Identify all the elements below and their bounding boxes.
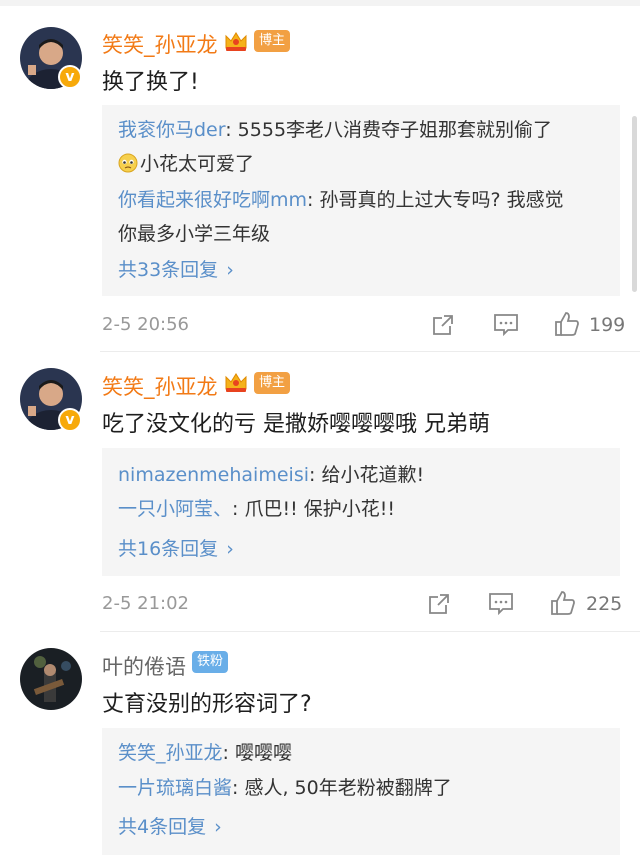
reply-author[interactable]: 我衮你马der	[118, 119, 225, 141]
reply-text-continued: 你最多小学三年级	[118, 223, 271, 245]
crown-icon	[225, 32, 247, 51]
comment-text: 换了换了!	[102, 70, 199, 95]
reply-text-continued: 小花太可爱了	[140, 153, 255, 175]
reply-author[interactable]: 一片琉璃白酱	[118, 777, 232, 799]
comment-item: v 笑笑_孙亚龙 博主 换了换了! 我衮你马der: 5555李老八消费夺子姐那…	[0, 0, 640, 352]
crown-icon	[225, 373, 247, 392]
reply-text: : 5555李老八消费夺子姐那套就别偷了	[225, 119, 553, 141]
comment-icon[interactable]	[487, 591, 515, 617]
reply-line: nimazenmehaimeisi: 给小花道歉!	[118, 458, 608, 492]
blogger-badge: 博主	[254, 30, 291, 52]
v-badge-icon: v	[58, 408, 82, 432]
blogger-badge: 博主	[254, 372, 291, 394]
more-label: 共16条回复	[118, 538, 219, 560]
username[interactable]: 笑笑_孙亚龙	[102, 29, 218, 59]
reply-text: : 嘤嘤嘤	[222, 742, 292, 764]
reply-text: : 爪巴!! 保护小花!!	[232, 498, 395, 520]
reply-line: 小花太可爱了	[118, 147, 608, 181]
v-badge-icon: v	[58, 65, 82, 89]
comment-text: 丈育没别的形容词了?	[102, 692, 312, 717]
comment-time: 2-5 21:02	[102, 593, 189, 614]
reply-text: : 给小花道歉!	[309, 464, 425, 486]
view-more-replies[interactable]: 共33条回复 ›	[118, 255, 234, 282]
thumbs-up-icon[interactable]	[553, 310, 581, 338]
pleading-face-icon	[118, 153, 138, 173]
reply-line: 一只小阿莹、: 爪巴!! 保护小花!!	[118, 492, 608, 526]
thumbs-up-icon[interactable]	[549, 589, 577, 617]
divider	[100, 631, 640, 632]
share-icon[interactable]	[426, 591, 452, 617]
fan-badge: 铁粉	[192, 651, 229, 673]
reply-line: 我衮你马der: 5555李老八消费夺子姐那套就别偷了	[118, 113, 608, 147]
comment-text: 吃了没文化的亏 是撒娇嘤嘤嘤哦 兄弟萌	[102, 412, 490, 437]
reply-author[interactable]: nimazenmehaimeisi	[118, 464, 309, 486]
reply-author[interactable]: 你看起来很好吃啊mm	[118, 189, 307, 211]
reply-author[interactable]: 一只小阿莹、	[118, 498, 232, 520]
reply-line: 你看起来很好吃啊mm: 孙哥真的上过大专吗? 我感觉	[118, 183, 608, 217]
more-label: 共4条回复	[118, 816, 207, 838]
reply-text: : 感人, 50年老粉被翻牌了	[232, 777, 452, 799]
chevron-right-icon: ›	[226, 538, 234, 560]
view-more-replies[interactable]: 共16条回复 ›	[118, 534, 234, 561]
chevron-right-icon: ›	[214, 816, 222, 838]
reply-author[interactable]: 笑笑_孙亚龙	[118, 742, 223, 764]
username[interactable]: 叶的倦语	[102, 651, 186, 681]
more-label: 共33条回复	[118, 259, 219, 281]
username[interactable]: 笑笑_孙亚龙	[102, 371, 218, 401]
reply-box[interactable]: nimazenmehaimeisi: 给小花道歉! 一只小阿莹、: 爪巴!! 保…	[102, 448, 620, 576]
reply-text: : 孙哥真的上过大专吗? 我感觉	[307, 189, 564, 211]
view-more-replies[interactable]: 共4条回复 ›	[118, 812, 222, 839]
share-icon[interactable]	[430, 312, 456, 338]
reply-box[interactable]: 笑笑_孙亚龙: 嘤嘤嘤 一片琉璃白酱: 感人, 50年老粉被翻牌了 共4条回复 ›	[102, 728, 620, 855]
divider	[100, 351, 640, 352]
reply-line: 笑笑_孙亚龙: 嘤嘤嘤	[118, 736, 608, 770]
reply-line: 一片琉璃白酱: 感人, 50年老粉被翻牌了	[118, 771, 608, 805]
avatar[interactable]	[20, 648, 82, 710]
chevron-right-icon: ›	[226, 259, 234, 281]
like-count: 225	[586, 593, 623, 615]
comment-time: 2-5 20:56	[102, 314, 189, 335]
reply-box[interactable]: 我衮你马der: 5555李老八消费夺子姐那套就别偷了 小花太可爱了 你看起来很…	[102, 105, 620, 296]
comment-icon[interactable]	[492, 312, 520, 338]
like-count: 199	[589, 314, 626, 336]
reply-line: 你最多小学三年级	[118, 217, 608, 251]
